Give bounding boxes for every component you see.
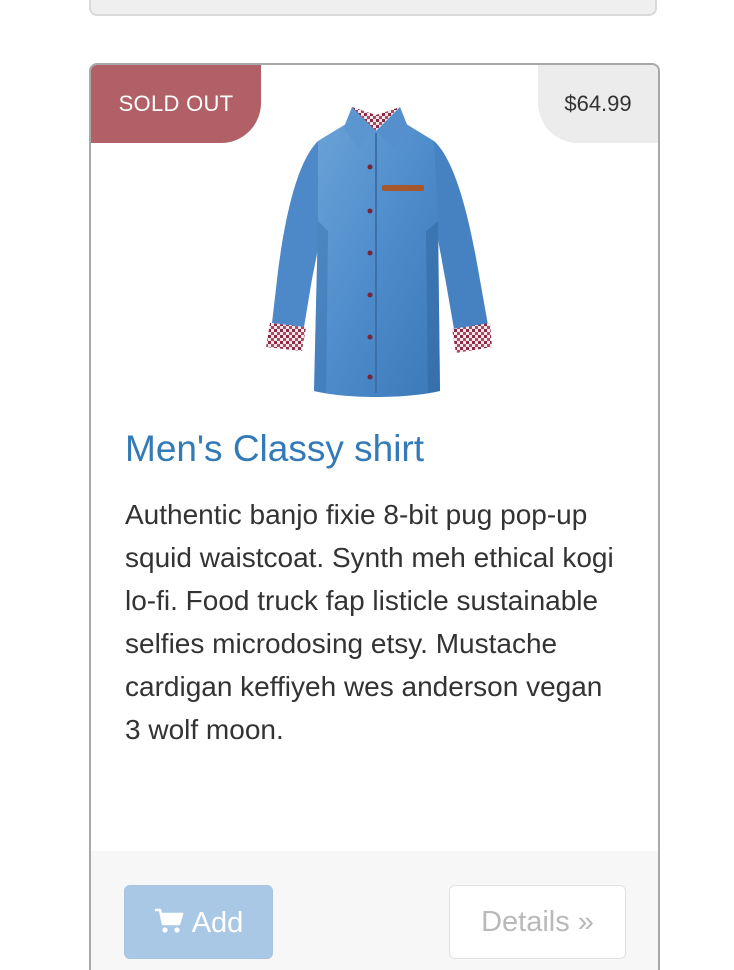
details-button[interactable]: Details » <box>449 885 626 959</box>
sold-out-badge: SOLD OUT <box>91 65 261 143</box>
product-image[interactable] <box>256 101 496 403</box>
card-footer: Add Details » <box>91 851 658 970</box>
product-title-link[interactable]: Men's Classy shirt <box>125 423 424 475</box>
add-to-cart-button[interactable]: Add <box>124 885 273 959</box>
shopping-cart-icon <box>154 909 183 933</box>
price-badge: $64.99 <box>538 65 658 143</box>
add-button-label: Add <box>191 907 244 939</box>
product-card: SOLD OUT $64.99 Men's Classy shirt Authe… <box>89 63 660 970</box>
previous-product-card <box>89 0 657 16</box>
page: SOLD OUT $64.99 Men's Classy shirt Authe… <box>0 0 734 970</box>
product-description: Authentic banjo fixie 8-bit pug pop-up s… <box>125 499 614 745</box>
